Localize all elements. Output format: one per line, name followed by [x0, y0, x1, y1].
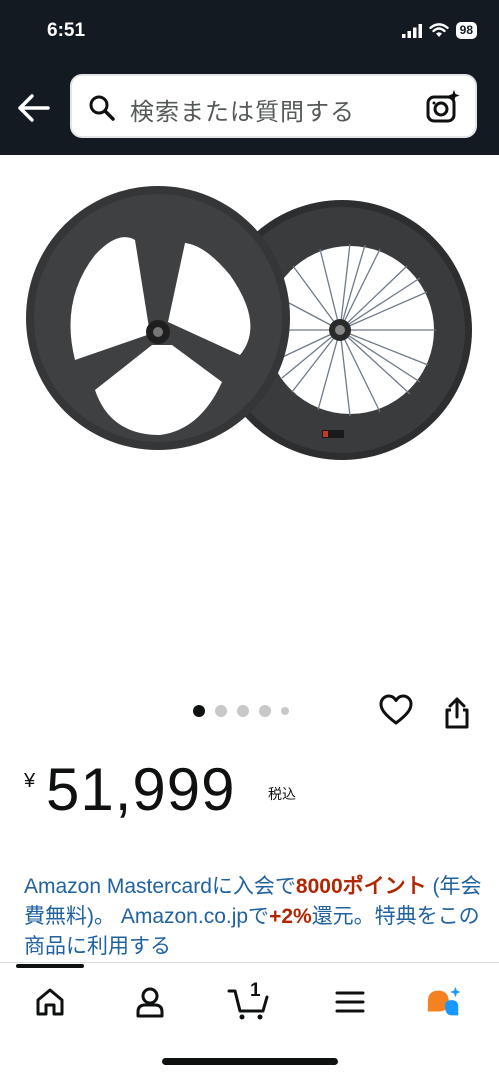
battery-indicator: 98 [455, 22, 477, 39]
promo-bonus: +2% [269, 905, 312, 928]
add-to-wishlist-button[interactable] [379, 694, 413, 731]
heart-icon [379, 694, 413, 725]
carousel-dot[interactable] [259, 705, 271, 717]
promo-text: Amazon Mastercardに入会で [24, 875, 296, 898]
share-icon [445, 697, 469, 729]
nav-menu[interactable] [330, 982, 370, 1022]
carousel-dot[interactable] [281, 707, 289, 715]
promo-points: 8000ポイント [295, 875, 427, 898]
back-button[interactable] [16, 92, 52, 124]
search-input[interactable]: 検索または質問する [70, 74, 477, 138]
price-currency: ¥ [24, 770, 36, 792]
carousel-dot[interactable] [193, 705, 205, 717]
status-time: 6:51 [47, 20, 86, 41]
rufus-assistant-icon [427, 986, 461, 1016]
account-icon [136, 987, 164, 1018]
signal-icon [401, 23, 422, 38]
product-image[interactable] [0, 155, 499, 690]
search-icon [89, 95, 115, 121]
nav-rufus[interactable] [424, 982, 464, 1022]
active-tab-indicator [16, 964, 84, 968]
camera-search-icon[interactable] [425, 89, 461, 125]
menu-icon [335, 991, 365, 1013]
price-value: 51,999 [46, 756, 236, 823]
carousel-dot[interactable] [215, 705, 227, 717]
status-icons: 98 [401, 22, 477, 39]
home-icon [36, 988, 64, 1016]
nav-account[interactable] [130, 982, 170, 1022]
carbon-wheels-image [26, 186, 472, 460]
wifi-icon [428, 23, 449, 37]
tax-label: 税込 [268, 786, 296, 802]
back-arrow-icon [18, 94, 50, 122]
nav-cart[interactable]: 1 [226, 980, 274, 1022]
carousel-dots[interactable] [193, 705, 289, 717]
mastercard-promo-link[interactable]: Amazon Mastercardに入会で8000ポイント (年会費無料)。 A… [24, 872, 484, 962]
home-indicator [162, 1058, 338, 1065]
share-button[interactable] [442, 696, 472, 735]
search-placeholder: 検索または質問する [130, 99, 355, 126]
carousel-dot[interactable] [237, 705, 249, 717]
nav-home[interactable] [30, 982, 70, 1022]
cart-count: 1 [250, 980, 261, 1001]
